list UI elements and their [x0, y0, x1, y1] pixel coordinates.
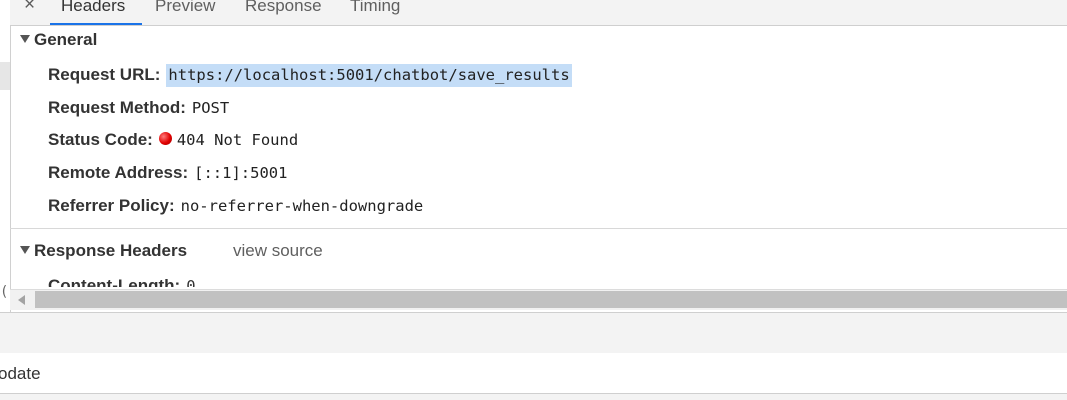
content-length-value: 0: [186, 277, 196, 287]
general-section-title: General: [34, 30, 98, 49]
header-row-content-length: Content-Length: 0: [48, 276, 196, 287]
tab-headers[interactable]: Headers: [61, 0, 125, 17]
tab-response[interactable]: Response: [245, 0, 322, 17]
status-error-icon: [158, 132, 172, 145]
bottom-bar: [0, 353, 1067, 394]
left-panel-selected-row[interactable]: [0, 62, 10, 90]
close-icon[interactable]: ×: [24, 0, 35, 16]
header-row-referrer-policy: Referrer Policy: no-referrer-when-downgra…: [48, 196, 423, 216]
horizontal-scrollbar[interactable]: [10, 289, 1067, 310]
scroll-left-arrow-icon[interactable]: [18, 295, 25, 305]
general-section-header[interactable]: General: [20, 30, 97, 50]
expand-triangle-icon: [20, 245, 30, 254]
bottom-strip: [0, 394, 1067, 400]
scrollbar-thumb[interactable]: [35, 291, 1067, 308]
expand-triangle-icon: [20, 34, 30, 43]
request-url-value[interactable]: https://localhost:5001/chatbot/save_resu…: [166, 64, 572, 87]
header-key: Referrer Policy:: [48, 196, 175, 215]
header-key: Content-Length:: [48, 276, 181, 287]
bottom-bar-text[interactable]: odate: [0, 364, 41, 384]
left-panel-clipped-text: (: [0, 284, 9, 300]
view-source-link[interactable]: view source: [233, 241, 323, 261]
lower-panel: [0, 312, 1067, 354]
left-panel-gutter: [0, 0, 11, 312]
header-key: Request URL:: [48, 65, 161, 84]
active-tab-indicator: [50, 23, 142, 25]
referrer-policy-value[interactable]: no-referrer-when-downgrade: [181, 197, 424, 215]
header-key: Remote Address:: [48, 163, 189, 182]
response-headers-title: Response Headers: [34, 241, 188, 260]
header-row-remote-address: Remote Address: [::1]:5001: [48, 163, 287, 183]
tab-preview[interactable]: Preview: [155, 0, 215, 17]
header-row-request-url: Request URL: https://localhost:5001/chatb…: [48, 64, 572, 87]
remote-address-value[interactable]: [::1]:5001: [194, 164, 287, 182]
header-key: Status Code:: [48, 130, 153, 149]
status-code-value[interactable]: 404 Not Found: [177, 131, 298, 149]
header-row-request-method: Request Method: POST: [48, 98, 229, 118]
tab-timing[interactable]: Timing: [350, 0, 400, 17]
header-key: Request Method:: [48, 98, 186, 117]
header-row-status-code: Status Code: 404 Not Found: [48, 130, 298, 150]
section-divider: [10, 228, 1067, 229]
request-method-value[interactable]: POST: [192, 99, 229, 117]
details-tab-bar: × Headers Preview Response Timing: [10, 0, 1067, 26]
response-headers-section-header[interactable]: Response Headers: [20, 241, 187, 261]
